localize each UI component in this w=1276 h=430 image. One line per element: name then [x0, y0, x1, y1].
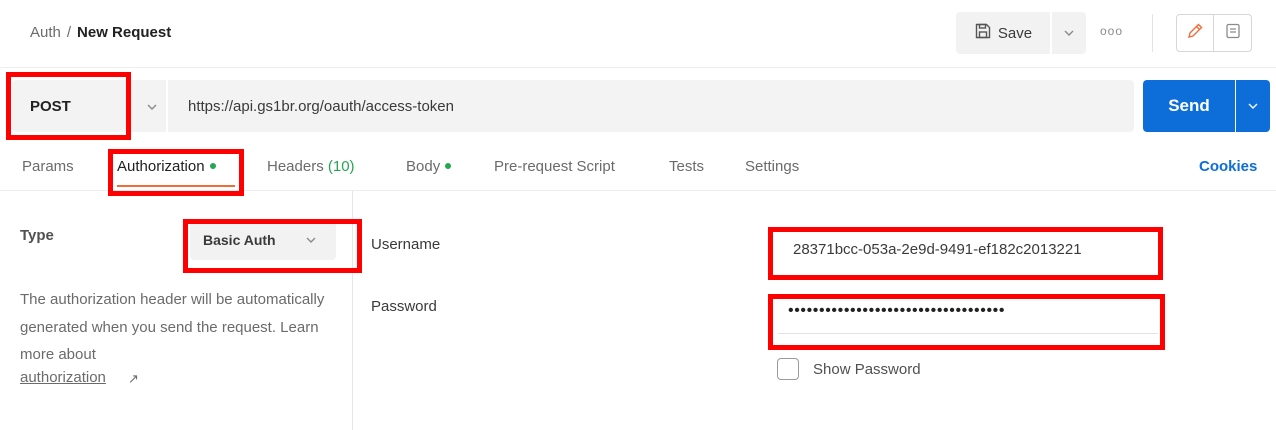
- edit-button[interactable]: [1176, 14, 1214, 52]
- more-options-icon[interactable]: ooo: [1100, 24, 1123, 38]
- highlight-username: [768, 227, 1163, 280]
- save-label: Save: [997, 24, 1033, 42]
- chevron-down-icon[interactable]: [146, 100, 158, 114]
- cookies-link[interactable]: Cookies: [1199, 158, 1257, 175]
- toolbar-divider: [1152, 14, 1153, 52]
- comment-icon: [1224, 22, 1242, 45]
- highlight-auth-type: [183, 219, 362, 273]
- checkbox-icon[interactable]: [777, 358, 799, 380]
- send-options-button[interactable]: [1236, 80, 1270, 132]
- breadcrumb-separator: /: [66, 24, 72, 41]
- external-link-icon: ↗: [128, 371, 139, 386]
- headers-count: (10): [327, 158, 355, 175]
- breadcrumb: Auth / New Request: [30, 24, 171, 41]
- highlight-password: [768, 294, 1165, 350]
- auth-help-text: The authorization header will be automat…: [20, 291, 325, 363]
- top-bar: Auth / New Request Save ooo: [0, 0, 1276, 68]
- save-options-button[interactable]: [1052, 12, 1086, 54]
- breadcrumb-parent[interactable]: Auth: [30, 24, 61, 41]
- status-dot: [445, 163, 452, 169]
- tab-body[interactable]: Body: [406, 158, 452, 175]
- tab-pre-request-script[interactable]: Pre-request Script: [494, 158, 615, 175]
- auth-type-label: Type: [20, 227, 54, 244]
- tab-headers[interactable]: Headers (10): [267, 158, 355, 175]
- tab-settings[interactable]: Settings: [745, 158, 799, 175]
- username-label: Username: [371, 236, 441, 253]
- highlight-method: [6, 72, 131, 140]
- pencil-icon: [1186, 22, 1204, 45]
- save-group: Save: [956, 12, 1086, 54]
- send-button[interactable]: Send: [1143, 80, 1235, 132]
- save-icon: [974, 22, 992, 44]
- save-button[interactable]: Save: [956, 12, 1050, 54]
- chevron-down-icon: [1063, 26, 1075, 40]
- chevron-down-icon: [1247, 99, 1259, 113]
- tab-headers-label: Headers: [267, 158, 324, 175]
- url-value: https://api.gs1br.org/oauth/access-token: [188, 98, 454, 115]
- comments-button[interactable]: [1214, 14, 1252, 52]
- tab-body-label: Body: [406, 158, 441, 175]
- show-password-label[interactable]: Show Password: [813, 361, 921, 378]
- tab-params[interactable]: Params: [22, 158, 74, 175]
- breadcrumb-current[interactable]: New Request: [77, 24, 171, 41]
- highlight-authorization-tab: [108, 149, 244, 196]
- tab-tests[interactable]: Tests: [669, 158, 704, 175]
- password-label: Password: [371, 298, 437, 315]
- authorization-docs-link[interactable]: authorization: [20, 369, 106, 386]
